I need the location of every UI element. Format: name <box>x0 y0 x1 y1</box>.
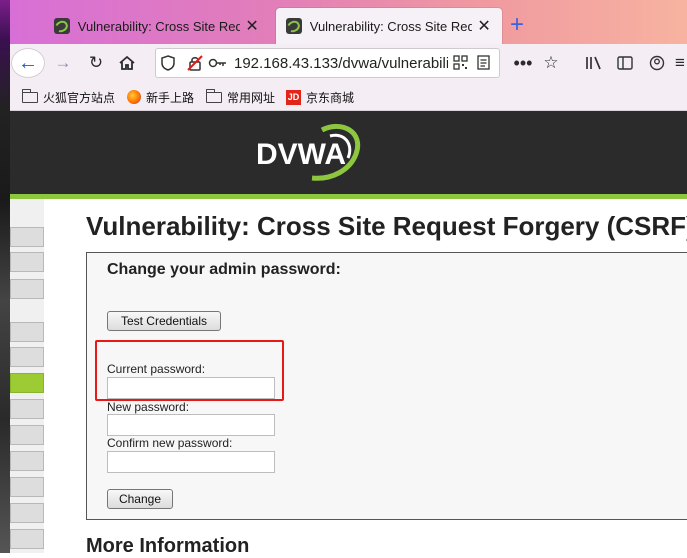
bookmark-item[interactable]: 火狐官方站点 <box>22 88 115 106</box>
bookmark-star-button[interactable]: ☆ <box>540 52 562 74</box>
sidebar-icon <box>617 56 633 70</box>
firefox-icon <box>127 90 141 104</box>
menu-item[interactable] <box>10 529 44 549</box>
home-icon <box>119 55 135 70</box>
tab-title: Vulnerability: Cross Site Request Forger… <box>77 18 241 34</box>
more-dots-icon: ••• <box>513 53 533 73</box>
bookmark-label: 京东商城 <box>306 90 355 105</box>
menu-item-active[interactable] <box>10 373 44 393</box>
back-button[interactable]: ← <box>12 49 44 77</box>
header-accent-line <box>10 194 687 199</box>
menu-item[interactable] <box>10 252 44 272</box>
close-tab-icon[interactable]: ✕ <box>476 16 492 36</box>
dvwa-logo-text: DVWA <box>256 138 346 171</box>
account-button[interactable] <box>646 52 668 74</box>
confirm-password-label: Confirm new password: <box>107 436 233 450</box>
shield-icon <box>161 55 175 71</box>
url-text[interactable]: 192.168.43.133/dvwa/vulnerabilities/csrf… <box>234 55 448 72</box>
arrow-left-icon: ← <box>18 51 38 74</box>
dvwa-favicon-icon <box>285 18 303 34</box>
star-icon: ☆ <box>543 53 559 72</box>
menu-item[interactable] <box>10 227 44 247</box>
bookmark-item[interactable]: JD 京东商城 <box>286 88 354 106</box>
hamburger-icon: ≡ <box>675 53 685 72</box>
menu-item[interactable] <box>10 279 44 299</box>
account-icon <box>649 55 665 71</box>
change-password-button[interactable]: Change <box>107 489 173 509</box>
permissions-button[interactable] <box>207 52 229 74</box>
new-tab-button[interactable]: + <box>506 12 528 38</box>
bookmark-item[interactable]: 常用网址 <box>206 88 275 106</box>
confirm-password-field[interactable] <box>107 451 275 473</box>
bookmark-label: 火狐官方站点 <box>43 90 116 105</box>
reader-view-button[interactable] <box>473 52 493 74</box>
more-information-heading: More Information <box>86 535 250 557</box>
site-info-button[interactable] <box>158 52 178 74</box>
dvwa-logo: DVWA <box>256 123 361 181</box>
highlight-annotation-box <box>95 340 284 401</box>
tab-title: Vulnerability: Cross Site Request Forger… <box>309 18 473 34</box>
bookmark-item[interactable]: 新手上路 <box>127 88 194 106</box>
menu-item[interactable] <box>10 503 44 523</box>
library-icon <box>586 56 601 70</box>
menu-item[interactable] <box>10 399 44 419</box>
close-tab-icon[interactable]: ✕ <box>244 16 260 36</box>
new-password-label: New password: <box>107 400 190 414</box>
qr-code-icon <box>452 55 468 70</box>
insecure-connection-indicator[interactable] <box>184 52 206 74</box>
tab-active[interactable]: Vulnerability: Cross Site Request Forger… <box>276 8 502 44</box>
menu-button[interactable]: ≡ <box>673 52 687 74</box>
dvwa-favicon-icon <box>53 18 71 34</box>
jd-icon: JD <box>286 89 301 105</box>
library-button[interactable] <box>583 52 605 74</box>
reload-icon: ↻ <box>88 53 104 72</box>
arrow-right-icon: → <box>54 53 72 72</box>
folder-icon <box>22 88 38 103</box>
reader-view-icon <box>476 55 490 70</box>
forward-button[interactable]: → <box>52 52 74 74</box>
tab-inactive[interactable]: Vulnerability: Cross Site Request Forger… <box>44 8 270 44</box>
desktop-background <box>0 0 10 553</box>
menu-item[interactable] <box>10 322 44 342</box>
test-credentials-button[interactable]: Test Credentials <box>107 311 221 331</box>
menu-item[interactable] <box>10 425 44 445</box>
menu-item[interactable] <box>10 347 44 367</box>
page-actions-button[interactable]: ••• <box>511 52 535 74</box>
home-button[interactable] <box>116 52 138 74</box>
folder-icon <box>206 88 222 103</box>
bookmark-label: 常用网址 <box>227 90 276 105</box>
insecure-lock-icon <box>187 55 203 71</box>
menu-item[interactable] <box>10 477 44 497</box>
sidebar-button[interactable] <box>614 52 636 74</box>
reload-button[interactable]: ↻ <box>85 52 107 74</box>
bookmark-label: 新手上路 <box>146 90 195 105</box>
qr-code-button[interactable] <box>450 52 470 74</box>
form-heading: Change your admin password: <box>107 261 341 278</box>
menu-item[interactable] <box>10 451 44 471</box>
page-title: Vulnerability: Cross Site Request Forger… <box>86 211 687 241</box>
new-password-field[interactable] <box>107 414 275 436</box>
key-icon <box>208 58 226 68</box>
